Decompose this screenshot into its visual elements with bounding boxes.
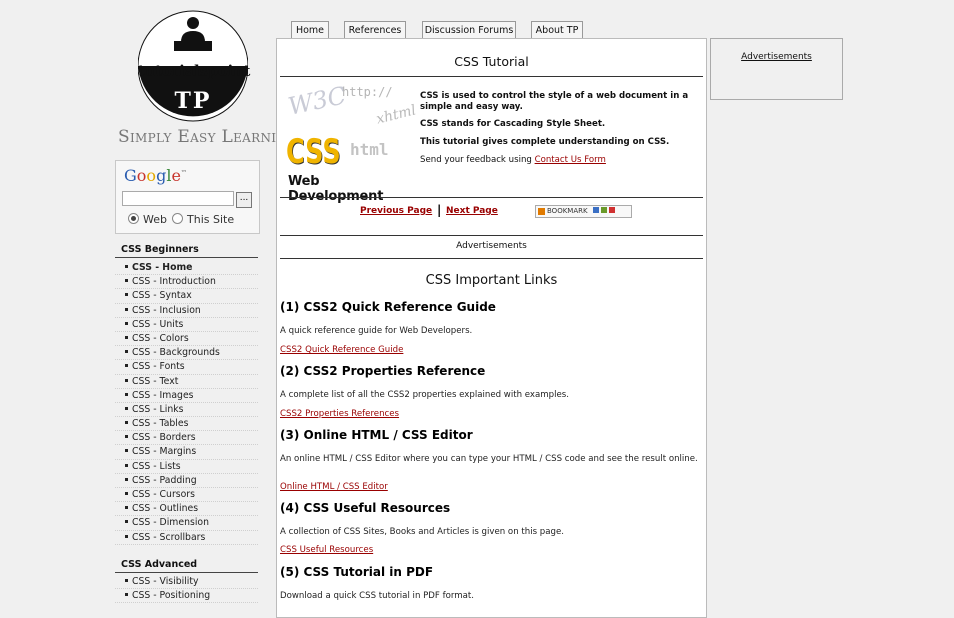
hero-xhtml-text: xhtml xyxy=(374,102,418,128)
section-heading: (2) CSS2 Properties Reference xyxy=(280,364,486,378)
intro-line-4: Send your feedback using Contact Us Form xyxy=(420,155,704,166)
sidebar-item-syntax[interactable]: CSS - Syntax xyxy=(115,289,258,304)
sidebar-item-inclusion[interactable]: CSS - Inclusion xyxy=(115,304,258,318)
logo-text: tutorialspoint xyxy=(138,63,251,80)
sidebar-item-padding[interactable]: CSS - Padding xyxy=(115,474,258,488)
sidebar-item-colors[interactable]: CSS - Colors xyxy=(115,332,258,347)
intro-line-1: CSS is used to control the style of a we… xyxy=(420,91,689,112)
advertisements-label: Advertisements xyxy=(456,241,527,251)
search-input[interactable] xyxy=(122,191,234,206)
hero-html-text: html xyxy=(350,140,389,159)
share-icons xyxy=(609,207,616,213)
sidebar-item-text[interactable]: CSS - Text xyxy=(115,375,258,389)
site-logo[interactable]: tutorialspoint TP xyxy=(137,8,251,124)
hero-css-text: CSS xyxy=(286,132,341,172)
sidebar-item-fonts[interactable]: CSS - Fonts xyxy=(115,360,258,375)
hero-image: W3C http:// xhtml CSS html Web Developme… xyxy=(284,81,418,204)
hero-w3c-text: W3C xyxy=(285,81,349,121)
section-text: An online HTML / CSS Editor where you ca… xyxy=(280,454,698,464)
radio-web-label: Web xyxy=(143,213,167,226)
divider xyxy=(280,258,703,259)
sidebar-item-backgrounds[interactable]: CSS - Backgrounds xyxy=(115,346,258,361)
sidebar-item-lists[interactable]: CSS - Lists xyxy=(115,460,258,474)
sidebar-item-introduction[interactable]: CSS - Introduction xyxy=(115,275,258,290)
tab-references[interactable]: References xyxy=(344,21,406,38)
divider xyxy=(280,197,703,198)
search-box: Google™ ... Web This Site xyxy=(115,160,260,234)
section-heading: (4) CSS Useful Resources xyxy=(280,501,451,515)
feedback-prefix: Send your feedback using xyxy=(420,155,535,165)
site-tagline: Simply Easy Learning xyxy=(118,127,297,147)
share-icons xyxy=(601,207,608,213)
sidebar-item-outlines[interactable]: CSS - Outlines xyxy=(115,502,258,517)
tab-about-tp[interactable]: About TP xyxy=(531,21,583,38)
radio-web[interactable]: Web xyxy=(128,213,167,226)
section-link[interactable]: Online HTML / CSS Editor xyxy=(280,482,388,492)
sidebar-item-dimension[interactable]: CSS - Dimension xyxy=(115,516,258,531)
divider xyxy=(280,76,703,77)
hero-http-text: http:// xyxy=(342,85,393,99)
bookmark-button[interactable]: BOOKMARK xyxy=(535,205,632,218)
sidebar-item-borders[interactable]: CSS - Borders xyxy=(115,431,258,446)
section-text: A complete list of all the CSS2 properti… xyxy=(280,390,569,400)
links-heading: CSS Important Links xyxy=(425,273,558,288)
radio-unselected-icon xyxy=(172,213,183,224)
section-link[interactable]: CSS Useful Resources xyxy=(280,545,373,555)
sidebar-heading-beginners: CSS Beginners xyxy=(115,244,258,258)
sidebar-item-margins[interactable]: CSS - Margins xyxy=(115,445,258,460)
nav-separator: | xyxy=(437,203,442,217)
sidebar-item-tables[interactable]: CSS - Tables xyxy=(115,417,258,432)
bookmark-icon xyxy=(538,208,545,215)
main-content: CSS Tutorial W3C http:// xhtml CSS html … xyxy=(276,38,707,618)
sidebar-item-scrollbars[interactable]: CSS - Scrollbars xyxy=(115,531,258,545)
divider xyxy=(280,235,703,236)
page-title: CSS Tutorial xyxy=(454,54,529,69)
previous-page-link[interactable]: Previous Page xyxy=(360,206,432,216)
tab-home[interactable]: Home xyxy=(291,21,329,38)
bookmark-label: BOOKMARK xyxy=(547,207,588,215)
sidebar-item-links[interactable]: CSS - Links xyxy=(115,403,258,418)
section-link[interactable]: CSS2 Properties References xyxy=(280,409,399,419)
hero-caption: Web Development xyxy=(288,174,384,204)
section-heading: (3) Online HTML / CSS Editor xyxy=(280,428,473,442)
section-link[interactable]: CSS2 Quick Reference Guide xyxy=(280,345,403,355)
right-advertisements-box: Advertisements xyxy=(710,38,843,100)
sidebar-item-units[interactable]: CSS - Units xyxy=(115,318,258,332)
intro-line-2: CSS stands for Cascading Style Sheet. xyxy=(420,119,606,129)
sidebar-beginners-list: CSS - Home CSS - Introduction CSS - Syntax… xyxy=(115,261,258,545)
radio-site-label: This Site xyxy=(187,213,235,226)
sidebar-item-visibility[interactable]: CSS - Visibility xyxy=(115,575,258,590)
google-logo: Google™ xyxy=(124,166,187,185)
section-text: A quick reference guide for Web Develope… xyxy=(280,326,473,336)
sidebar-item-positioning[interactable]: CSS - Positioning xyxy=(115,589,258,604)
intro-line-3: This tutorial gives complete understandi… xyxy=(420,137,670,147)
sidebar-item-home[interactable]: CSS - Home xyxy=(115,261,258,276)
radio-selected-icon xyxy=(128,213,139,224)
logo-badge: TP xyxy=(174,88,212,114)
tab-discussion-forums[interactable]: Discussion Forums xyxy=(422,21,516,38)
contact-us-link[interactable]: Contact Us Form xyxy=(535,155,606,165)
radio-this-site[interactable]: This Site xyxy=(172,213,234,226)
next-page-link[interactable]: Next Page xyxy=(446,206,498,216)
section-heading: (1) CSS2 Quick Reference Guide xyxy=(280,300,496,314)
share-icons xyxy=(592,207,599,213)
right-advertisements-link[interactable]: Advertisements xyxy=(741,52,812,62)
section-text: A collection of CSS Sites, Books and Art… xyxy=(280,527,564,537)
search-button[interactable]: ... xyxy=(236,192,252,208)
section-heading: (5) CSS Tutorial in PDF xyxy=(280,565,434,579)
sidebar-advanced-list: CSS - Visibility CSS - Positioning xyxy=(115,575,258,604)
sidebar-item-images[interactable]: CSS - Images xyxy=(115,389,258,403)
sidebar-item-cursors[interactable]: CSS - Cursors xyxy=(115,488,258,503)
sidebar-heading-advanced: CSS Advanced xyxy=(115,559,258,573)
